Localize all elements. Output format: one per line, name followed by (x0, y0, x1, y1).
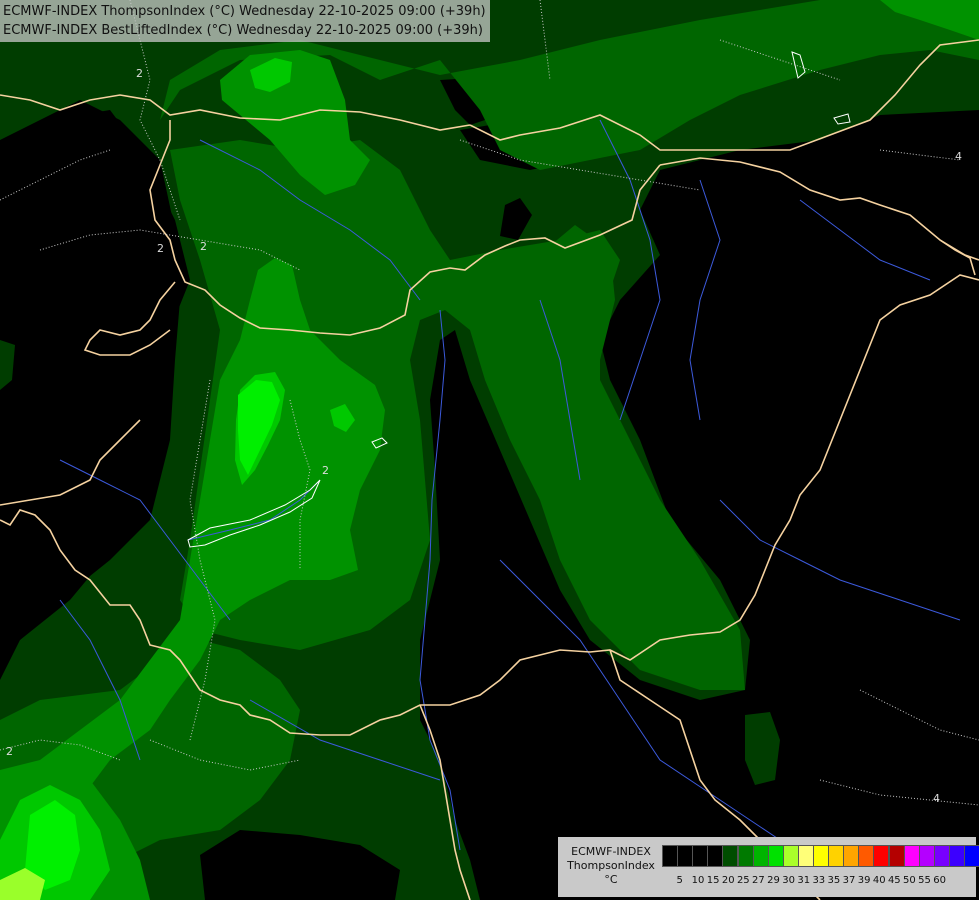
legend-swatch (918, 845, 935, 867)
legend-swatch (752, 845, 769, 867)
legend-swatch (797, 845, 814, 867)
legend-tick: 35 (827, 875, 841, 886)
contour-label: 2 (6, 745, 13, 758)
legend-tick: 50 (903, 875, 916, 886)
legend-swatch (828, 845, 845, 867)
legend-tick: 5 (676, 875, 683, 886)
legend-swatch (948, 845, 965, 867)
legend-swatch (737, 845, 754, 867)
legend-unit: °C (604, 873, 618, 886)
legend-swatch (707, 845, 724, 867)
legend-title-line2: ThompsonIndex (567, 859, 655, 872)
legend-title: ECMWF-INDEX ThompsonIndex °C (562, 845, 660, 887)
legend-swatch (722, 845, 739, 867)
legend-swatch (903, 845, 920, 867)
legend-tick: 25 (736, 875, 750, 886)
legend-swatch (813, 845, 829, 867)
legend-swatch (888, 845, 905, 867)
title-thompson-index: ECMWF-INDEX ThompsonIndex (°C) Wednesday… (3, 4, 486, 19)
contour-label: 2 (200, 240, 207, 253)
legend-swatch (782, 845, 799, 867)
legend-tick: 30 (782, 875, 795, 886)
legend-tick: 29 (767, 875, 780, 886)
legend-swatch (677, 845, 694, 867)
map-title-box: ECMWF-INDEX ThompsonIndex (°C) Wednesday… (0, 0, 490, 42)
weather-map: 2 2 2 2 4 4 2 (0, 0, 979, 900)
legend-tick: 10 (691, 875, 705, 886)
legend-tick: 27 (752, 875, 765, 886)
legend-title-line1: ECMWF-INDEX (571, 845, 651, 858)
contour-label: 2 (157, 242, 164, 255)
legend-swatch (843, 845, 860, 867)
legend-swatch (858, 845, 875, 867)
legend-swatch (767, 845, 784, 867)
contour-label: 2 (322, 464, 329, 477)
legend-tick: 60 (933, 875, 946, 886)
legend-tick: 40 (872, 875, 886, 886)
legend-tick: 39 (857, 875, 871, 886)
legend-swatch (873, 845, 890, 867)
legend-tick: 37 (842, 875, 856, 886)
legend-tick: 33 (812, 875, 826, 886)
color-legend: ECMWF-INDEX ThompsonIndex °C 5 10 15 20 25 27… (558, 837, 979, 897)
legend-tick: 45 (887, 875, 901, 886)
legend-swatch (964, 845, 979, 867)
legend-tick: 15 (706, 875, 720, 886)
legend-swatch (692, 845, 709, 867)
title-best-lifted-index: ECMWF-INDEX BestLiftedIndex (°C) Wednesd… (3, 23, 483, 38)
legend-tick: 20 (721, 875, 735, 886)
contour-label: 4 (933, 792, 940, 805)
contour-label: 2 (136, 67, 143, 80)
contour-label: 4 (955, 150, 962, 163)
legend-tick: 31 (797, 875, 811, 886)
legend-swatch (662, 845, 678, 867)
legend-swatch (933, 845, 950, 867)
legend-tick: 55 (918, 875, 931, 886)
